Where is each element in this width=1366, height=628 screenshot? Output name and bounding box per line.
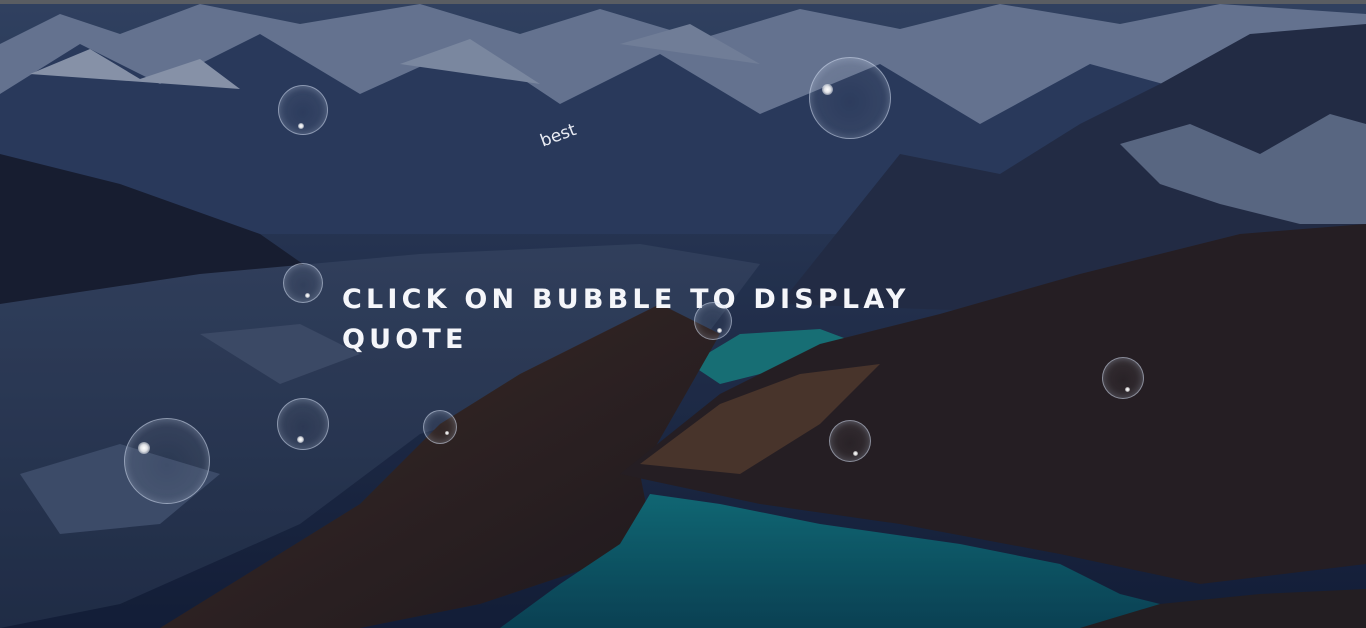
bubble-highlight-icon bbox=[445, 431, 449, 435]
quote-bubble[interactable] bbox=[278, 85, 328, 135]
bubble-quote-page: best CLICK ON BUBBLE TO DISPLAY QUOTE bbox=[0, 0, 1366, 628]
quote-bubble[interactable] bbox=[694, 302, 732, 340]
bubble-highlight-icon bbox=[305, 293, 310, 298]
quote-bubble[interactable] bbox=[829, 420, 871, 462]
quote-bubble[interactable] bbox=[1102, 357, 1144, 399]
bubble-highlight-icon bbox=[298, 123, 304, 129]
bubble-highlight-icon bbox=[138, 442, 150, 454]
bubble-highlight-icon bbox=[853, 451, 858, 456]
quote-bubble[interactable] bbox=[124, 418, 210, 504]
bubble-highlight-icon bbox=[1125, 387, 1130, 392]
quote-bubble[interactable] bbox=[423, 410, 457, 444]
bubble-highlight-icon bbox=[717, 328, 722, 333]
quote-bubble[interactable] bbox=[809, 57, 891, 139]
bubble-highlight-icon bbox=[297, 436, 304, 443]
bubble-highlight-icon bbox=[822, 84, 833, 95]
quote-bubble[interactable] bbox=[283, 263, 323, 303]
page-headline: CLICK ON BUBBLE TO DISPLAY QUOTE bbox=[342, 284, 910, 355]
quote-bubble[interactable] bbox=[277, 398, 329, 450]
